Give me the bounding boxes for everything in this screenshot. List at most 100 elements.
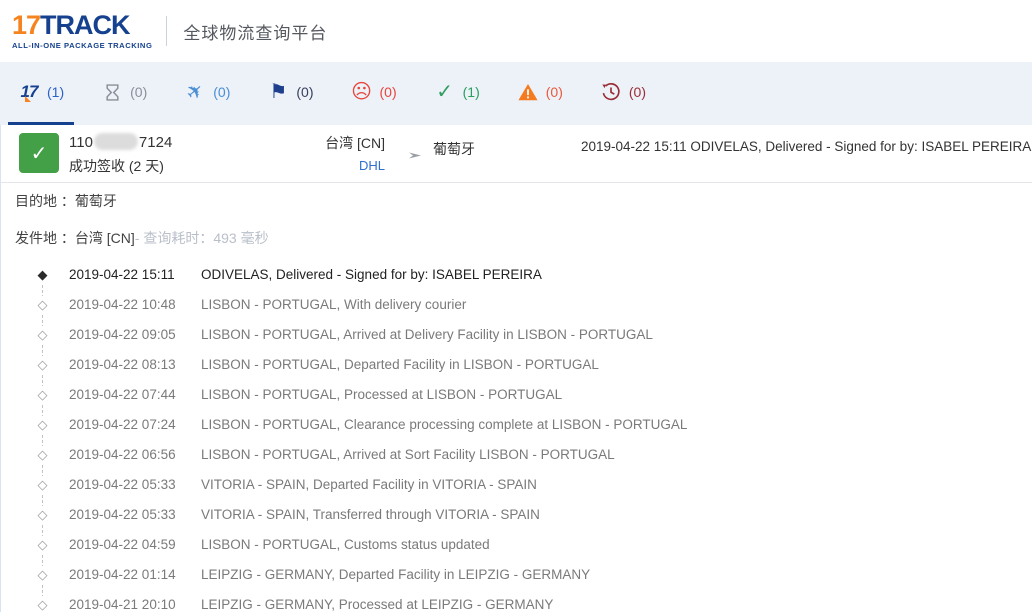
timeline-row: ◇ 2019-04-22 10:48 LISBON - PORTUGAL, Wi…: [1, 289, 1032, 319]
flag-icon: ⚑: [269, 82, 287, 102]
timeline-row: ◇ 2019-04-22 05:33 VITORIA - SPAIN, Tran…: [1, 499, 1032, 529]
timeline-time: 2019-04-22 07:44: [69, 387, 176, 402]
timeline-event: VITORIA - SPAIN, Transferred through VIT…: [201, 507, 540, 522]
timeline-diamond-icon: ◆: [34, 266, 51, 283]
tracking-timeline: ◆ 2019-04-22 15:11 ODIVELAS, Delivered -…: [1, 257, 1032, 612]
timeline-diamond-icon: ◇: [34, 536, 51, 553]
timeline-diamond-icon: ◇: [34, 506, 51, 523]
timeline-diamond-icon: ◇: [34, 596, 51, 612]
timeline-time: 2019-04-22 05:33: [69, 507, 176, 522]
timeline-diamond-icon: ◇: [34, 356, 51, 373]
timeline-event: LEIPZIG - GERMANY, Departed Facility in …: [201, 567, 590, 582]
timeline-diamond-icon: ◇: [34, 416, 51, 433]
airplane-icon: ✈: [182, 79, 208, 105]
destination-row: 目的地 ：葡萄牙: [1, 183, 1032, 219]
tab-in-transit[interactable]: ✈ (0): [174, 62, 240, 125]
timeline-event: LEIPZIG - GERMANY, Processed at LEIPZIG …: [201, 597, 553, 612]
history-clock-icon: [600, 81, 622, 103]
tracking-number-suffix: 7124: [139, 134, 172, 151]
tracking-summary-row[interactable]: ✓ 110 7124 成功签收 (2 天) 台湾 [CN] DHL 葡萄牙 201…: [1, 125, 1032, 183]
origin-row: 发件地 ：台湾 [CN] - 查询耗时：493 毫秒: [1, 219, 1032, 257]
timeline-time: 2019-04-22 08:13: [69, 357, 176, 372]
timeline-event: ODIVELAS, Delivered - Signed for by: ISA…: [201, 267, 542, 282]
tab-count: (1): [463, 84, 480, 100]
timeline-time: 2019-04-22 09:05: [69, 327, 176, 342]
tab-count: (0): [380, 84, 397, 100]
logo-wordmark: 17TRACK: [12, 12, 152, 39]
page-header: 17TRACK ALL-IN-ONE PACKAGE TRACKING 全球物流…: [0, 0, 1032, 62]
tracking-result-panel: ✓ 110 7124 成功签收 (2 天) 台湾 [CN] DHL 葡萄牙 201…: [0, 125, 1032, 612]
tracking-number-block: 110 7124 成功签收 (2 天): [69, 133, 172, 176]
tab-expired[interactable]: (0): [590, 62, 656, 125]
check-icon: ✓: [436, 82, 453, 102]
timeline-time: 2019-04-21 20:10: [69, 597, 176, 612]
timeline-time: 2019-04-22 06:56: [69, 447, 176, 462]
delivered-check-badge: ✓: [19, 133, 59, 173]
tab-pickup[interactable]: ⚑ (0): [257, 62, 323, 125]
timeline-event: LISBON - PORTUGAL, Processed at LISBON -…: [201, 387, 562, 402]
timeline-diamond-icon: ◇: [34, 566, 51, 583]
timeline-event: LISBON - PORTUGAL, Arrived at Delivery F…: [201, 327, 653, 342]
timeline-event: LISBON - PORTUGAL, Departed Facility in …: [201, 357, 599, 372]
timeline-row: ◇ 2019-04-22 05:33 VITORIA - SPAIN, Depa…: [1, 469, 1032, 499]
timeline-time: 2019-04-22 15:11: [69, 267, 175, 282]
tracking-status: 成功签收 (2 天): [69, 156, 172, 176]
timeline-event: LISBON - PORTUGAL, Customs status update…: [201, 537, 490, 552]
hourglass-icon: [101, 81, 123, 103]
seventeen-logo-icon: 17: [18, 81, 40, 103]
tab-count: (0): [213, 84, 230, 100]
tab-pending[interactable]: (0): [91, 62, 157, 125]
timeline-time: 2019-04-22 07:24: [69, 417, 176, 432]
timeline-diamond-icon: ◇: [34, 386, 51, 403]
sad-face-icon: ☹: [351, 82, 372, 102]
route-arrow-icon: [394, 147, 422, 159]
timeline-row: ◇ 2019-04-22 09:05 LISBON - PORTUGAL, Ar…: [1, 319, 1032, 349]
tracking-number-redaction: [94, 133, 138, 150]
seventeen-track-logo[interactable]: 17TRACK ALL-IN-ONE PACKAGE TRACKING: [12, 12, 152, 50]
origin-label: 发件地 ：: [15, 228, 75, 248]
warning-triangle-icon: [517, 81, 539, 103]
timeline-row: ◇ 2019-04-22 08:13 LISBON - PORTUGAL, De…: [1, 349, 1032, 379]
tracking-number[interactable]: 110 7124: [69, 133, 172, 151]
tracking-number-prefix: 110: [69, 134, 93, 151]
carrier-link[interactable]: DHL: [325, 158, 385, 173]
status-tabbar: 17 (1) (0) ✈ (0) ⚑ (0) ☹ (0) ✓ (1) (: [0, 62, 1032, 125]
timeline-diamond-icon: ◇: [34, 476, 51, 493]
timeline-diamond-icon: ◇: [34, 446, 51, 463]
tab-count: (0): [296, 84, 313, 100]
timeline-row: ◇ 2019-04-22 07:44 LISBON - PORTUGAL, Pr…: [1, 379, 1032, 409]
site-title: 全球物流查询平台: [183, 19, 327, 44]
timeline-row: ◇ 2019-04-22 07:24 LISBON - PORTUGAL, Cl…: [1, 409, 1032, 439]
tab-count: (0): [546, 84, 563, 100]
timeline-row: ◇ 2019-04-22 01:14 LEIPZIG - GERMANY, De…: [1, 559, 1032, 589]
tab-undelivered[interactable]: ☹ (0): [341, 62, 407, 125]
timeline-diamond-icon: ◇: [34, 296, 51, 313]
timeline-diamond-icon: ◇: [34, 326, 51, 343]
origin-country: 台湾 [CN]: [325, 133, 385, 153]
latest-event-text: 2019-04-22 15:11 ODIVELAS, Delivered - S…: [581, 139, 1031, 154]
tab-count: (0): [130, 84, 147, 100]
timeline-row: ◇ 2019-04-22 04:59 LISBON - PORTUGAL, Cu…: [1, 529, 1032, 559]
timeline-time: 2019-04-22 04:59: [69, 537, 176, 552]
origin-value: 台湾 [CN]: [75, 228, 135, 248]
destination-label: 目的地 ：: [15, 191, 75, 211]
tab-count: (0): [629, 84, 646, 100]
query-time: - 查询耗时：493 毫秒: [135, 228, 269, 248]
tab-count: (1): [47, 84, 64, 100]
timeline-event: VITORIA - SPAIN, Departed Facility in VI…: [201, 477, 537, 492]
tab-alert[interactable]: (0): [507, 62, 573, 125]
timeline-event: LISBON - PORTUGAL, Clearance processing …: [201, 417, 687, 432]
tab-all[interactable]: 17 (1): [8, 62, 74, 125]
timeline-event: LISBON - PORTUGAL, With delivery courier: [201, 297, 466, 312]
timeline-row: ◇ 2019-04-21 20:10 LEIPZIG - GERMANY, Pr…: [1, 589, 1032, 612]
timeline-row: ◇ 2019-04-22 06:56 LISBON - PORTUGAL, Ar…: [1, 439, 1032, 469]
timeline-time: 2019-04-22 05:33: [69, 477, 176, 492]
timeline-time: 2019-04-22 10:48: [69, 297, 176, 312]
logo-track: TRACK: [40, 10, 130, 40]
destination-country: 葡萄牙: [433, 139, 475, 159]
logo-tagline: ALL-IN-ONE PACKAGE TRACKING: [12, 42, 152, 50]
logo-17: 17: [12, 10, 40, 40]
timeline-time: 2019-04-22 01:14: [69, 567, 176, 582]
destination-value: 葡萄牙: [75, 191, 117, 211]
tab-delivered[interactable]: ✓ (1): [424, 62, 490, 125]
